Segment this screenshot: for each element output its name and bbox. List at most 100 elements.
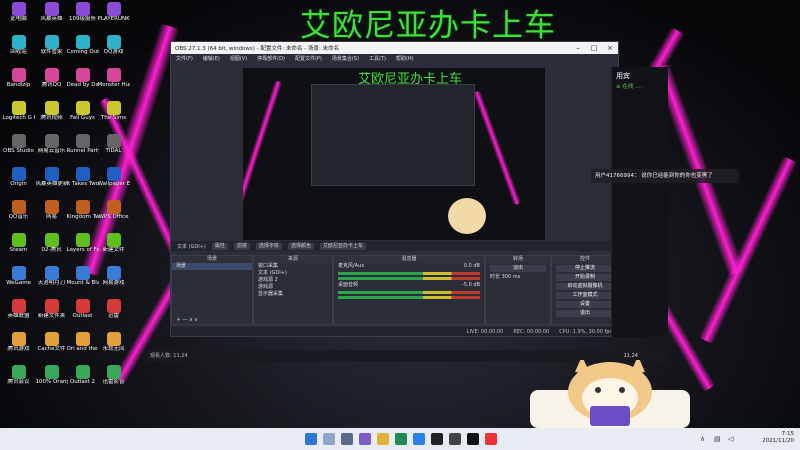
desktop-icon[interactable]: 回收站 (3, 35, 34, 68)
desktop-icon[interactable]: Cache文件 (36, 332, 67, 365)
desktop-icon[interactable]: 腾讯QQ (36, 68, 67, 101)
source-item[interactable]: 显示器采集 (254, 291, 332, 298)
desktop-icon[interactable]: Steam (3, 233, 34, 266)
file-explorer-icon[interactable] (377, 433, 389, 445)
obs-window[interactable]: OBS 27.1.3 (64 bit, windows) - 配置文件: 未命名… (170, 41, 619, 337)
desktop-icon[interactable]: 风暴英雄 (36, 2, 67, 35)
volume-slider[interactable] (338, 277, 480, 280)
store-icon[interactable] (413, 433, 425, 445)
steam-taskbar-icon[interactable] (449, 433, 461, 445)
control-button[interactable]: 退出 (556, 310, 614, 317)
desktop-icon[interactable]: 迅雷影音 (98, 365, 129, 398)
desktop-icon[interactable]: Wallpaper Engine (98, 167, 130, 200)
obs-menu-item[interactable]: 文件(F) (171, 55, 198, 62)
desktop-icon[interactable]: 腾讯游戏 (3, 332, 34, 365)
desktop-icon[interactable]: 109级服务 (67, 2, 98, 35)
desktop-icon[interactable]: OBS Studio (3, 134, 34, 167)
desktop-icon[interactable]: Layers of Fear (67, 233, 99, 266)
obs-preview[interactable]: 艾欧尼亚办卡上车 (243, 68, 545, 240)
right-app-panel[interactable]: 用宾 ≤ 在线 .... (611, 67, 668, 337)
desktop-icon[interactable]: 此电脑 (3, 2, 34, 35)
obs-menu-item[interactable]: 帮助(H) (391, 55, 419, 62)
obs-menu-item[interactable]: 场景集合(S) (327, 55, 364, 62)
scene-add-button[interactable]: ＋ — ∧ ∨ (172, 317, 198, 324)
control-button[interactable]: 工作室模式 (556, 292, 614, 299)
control-button[interactable]: 启动虚拟摄像机 (556, 283, 614, 290)
control-button[interactable]: 开始录制 (556, 274, 614, 281)
desktop-icon[interactable]: 新建文件夹 (36, 299, 67, 332)
desktop-icon[interactable]: TIDAL (98, 134, 129, 167)
desktop-icon[interactable]: WPS Office (98, 200, 129, 233)
obs-taskbar-icon[interactable] (431, 433, 443, 445)
source-bar-button[interactable]: 选择颜色 (287, 242, 314, 250)
desktop-icon[interactable]: Origin (3, 167, 34, 200)
taskbar-clock[interactable]: 7:15 2021/11/20 (762, 431, 794, 445)
desktop-icon[interactable]: Outlast (67, 299, 98, 332)
desktop-icon[interactable]: Outlast 2 (67, 365, 98, 398)
minimize-icon[interactable]: – (570, 44, 586, 52)
transition-duration[interactable]: 时长 300 ms (486, 274, 550, 281)
widgets-icon[interactable] (359, 433, 371, 445)
desktop-icon[interactable]: PLAYERUNKNOWN (98, 2, 130, 35)
desktop-icon[interactable]: Mount & Blade (67, 266, 99, 299)
desktop-icon[interactable]: 02-腾讯 (36, 233, 67, 266)
obs-menu-item[interactable]: 视图(V) (225, 55, 252, 62)
desktop-icon[interactable]: Dead by Daylight (67, 68, 99, 101)
desktop-icon[interactable]: 英雄联盟 (3, 299, 34, 332)
desktop-icon[interactable]: 新建文件 (98, 233, 129, 266)
desktop-icon[interactable]: Runnel Party (67, 134, 99, 167)
desktop-icon[interactable]: 网易游戏 (98, 266, 129, 299)
desktop-icon[interactable]: WeGame (3, 266, 34, 299)
source-bar-button[interactable]: 艾欧尼亚办卡上车 (319, 242, 366, 250)
transition-select[interactable]: 淡出 (490, 265, 546, 272)
desktop-icon[interactable]: 网易云音乐 (36, 134, 67, 167)
desktop-icon[interactable]: Logitech G HUB (3, 101, 35, 134)
desktop-icon[interactable]: Monster Hunter (98, 68, 130, 101)
desktop-icon[interactable]: Bandizip (3, 68, 34, 101)
desktop-icon[interactable]: Fall Guys (67, 101, 98, 134)
desktop-icon[interactable]: 迅雷 (98, 299, 129, 332)
desktop-icon[interactable]: 腾讯会议 (3, 365, 34, 398)
source-item[interactable]: 文本 (GDI+) (254, 270, 332, 277)
maximize-icon[interactable]: □ (586, 44, 602, 52)
desktop-icon[interactable]: 100% Orange (36, 365, 68, 398)
desktop-icon[interactable]: 天涯明月刀 (36, 266, 67, 299)
search-icon[interactable] (323, 433, 335, 445)
desktop-icon[interactable]: QQ音乐 (3, 200, 34, 233)
source-bar-button[interactable]: 选择字体 (255, 242, 282, 250)
source-bar-button[interactable]: 滤镜 (233, 242, 250, 250)
source-item[interactable]: 游戏源 2 (254, 277, 332, 284)
desktop-icon[interactable]: QQ游戏 (98, 35, 129, 68)
source-bar-button[interactable]: 属性 (211, 242, 228, 250)
app-taskbar-icon[interactable] (485, 433, 497, 445)
control-button[interactable]: 停止推流 (556, 265, 614, 272)
obs-menu-item[interactable]: 停靠部件(D) (252, 55, 290, 62)
desktop-icon[interactable]: It Takes Two (67, 167, 99, 200)
obs-titlebar[interactable]: OBS 27.1.3 (64 bit, windows) - 配置文件: 未命名… (171, 42, 618, 54)
desktop-icon[interactable]: Coming Out on Top (67, 35, 99, 68)
source-item[interactable]: 窗口采集 (254, 263, 332, 270)
network-icon[interactable]: ▤ (714, 435, 721, 443)
obs-menu-item[interactable]: 工具(T) (364, 55, 391, 62)
tray-chevron-icon[interactable]: ∧ (700, 435, 705, 443)
obs-menu-item[interactable]: 编辑(E) (198, 55, 225, 62)
desktop-icon[interactable]: Ori and the Will (67, 332, 99, 365)
close-icon[interactable]: × (602, 44, 618, 52)
desktop-icon[interactable]: 永劫无间 (98, 332, 129, 365)
task-view-icon[interactable] (341, 433, 353, 445)
volume-icon[interactable]: ◁ (728, 435, 733, 443)
desktop-icon[interactable]: Kingdom Two (67, 200, 99, 233)
windows-start-icon[interactable] (305, 433, 317, 445)
desktop-icon[interactable]: 网易 (36, 200, 67, 233)
scene-item[interactable]: 场景 (172, 263, 252, 270)
desktop-icon[interactable]: 风暴英雄更新 (36, 167, 68, 200)
app-taskbar-icon[interactable] (467, 433, 479, 445)
source-item[interactable]: 游戏源 (254, 284, 332, 291)
desktop-icon[interactable]: 软件管家 (36, 35, 67, 68)
volume-slider[interactable] (338, 296, 480, 299)
obs-menu-item[interactable]: 配置文件(P) (290, 55, 327, 62)
control-button[interactable]: 设置 (556, 301, 614, 308)
edge-browser-icon[interactable] (395, 433, 407, 445)
desktop-icon[interactable]: The Sims (98, 101, 129, 134)
desktop-icon[interactable]: 腾讯视频 (36, 101, 67, 134)
